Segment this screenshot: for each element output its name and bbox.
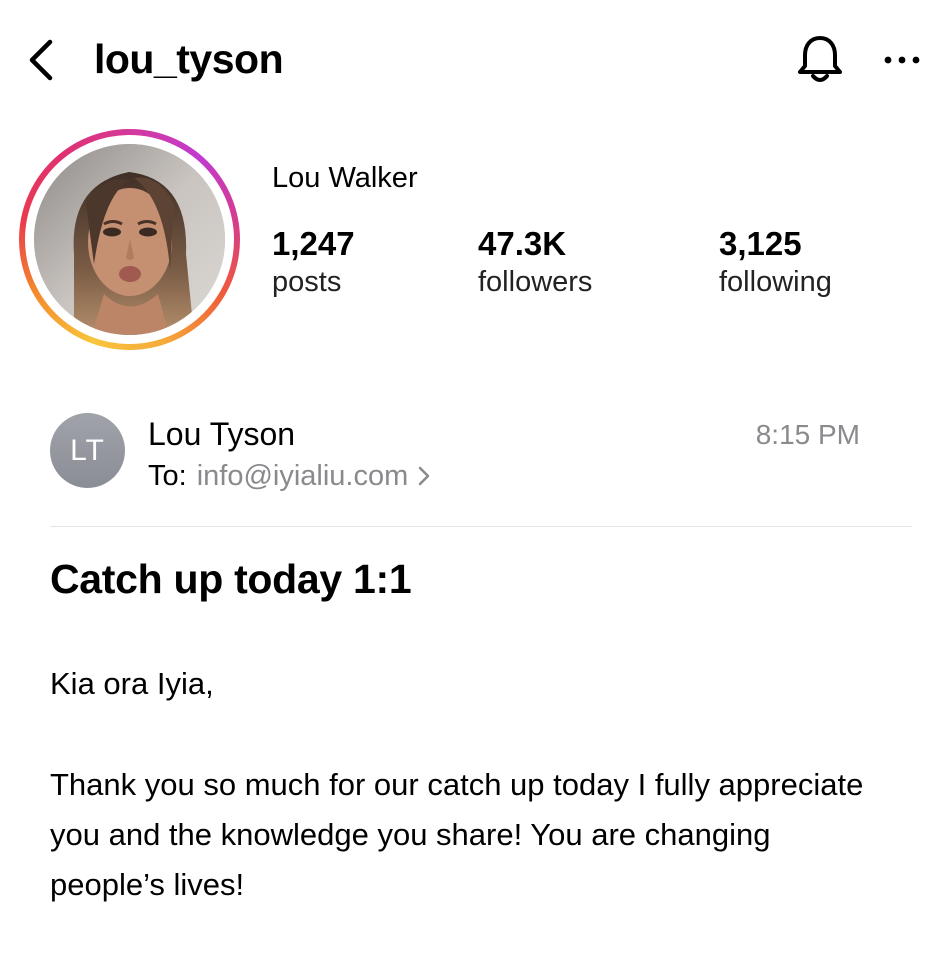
followers-count: 47.3K (478, 225, 567, 262)
followers-stat[interactable]: 47.3K followers (478, 224, 592, 300)
posts-stat[interactable]: 1,247 posts (272, 224, 355, 300)
following-label: following (719, 266, 832, 298)
email-greeting: Kia ora Iyia, (50, 666, 214, 701)
to-label: To: (148, 460, 187, 492)
email-body: Thank you so much for our catch up today… (50, 767, 864, 902)
back-button[interactable] (22, 34, 62, 86)
email-subject: Catch up today 1:1 (50, 556, 412, 602)
sender-avatar: LT (50, 413, 125, 488)
posts-count: 1,247 (272, 225, 355, 262)
following-count: 3,125 (719, 225, 802, 262)
chevron-left-icon (29, 39, 53, 81)
following-stat[interactable]: 3,125 following (719, 224, 832, 300)
chevron-right-icon (419, 466, 430, 486)
more-options-button[interactable] (880, 44, 924, 76)
posts-label: posts (272, 266, 342, 298)
bell-icon (798, 36, 842, 82)
profile-display-name: Lou Walker (272, 162, 418, 194)
recipient-row[interactable]: To: info@iyialiu.com (148, 458, 432, 494)
recipient-address: info@iyialiu.com (196, 460, 409, 492)
sender-name: Lou Tyson (148, 416, 296, 452)
avatar (34, 144, 225, 335)
ellipsis-icon (884, 56, 920, 64)
notifications-button[interactable] (792, 30, 848, 88)
followers-label: followers (478, 266, 593, 298)
divider (50, 526, 912, 527)
email-timestamp: 8:15 PM (755, 419, 860, 450)
profile-username: lou_tyson (94, 36, 284, 82)
story-ring[interactable] (19, 129, 240, 350)
avatar-gap (25, 135, 234, 344)
